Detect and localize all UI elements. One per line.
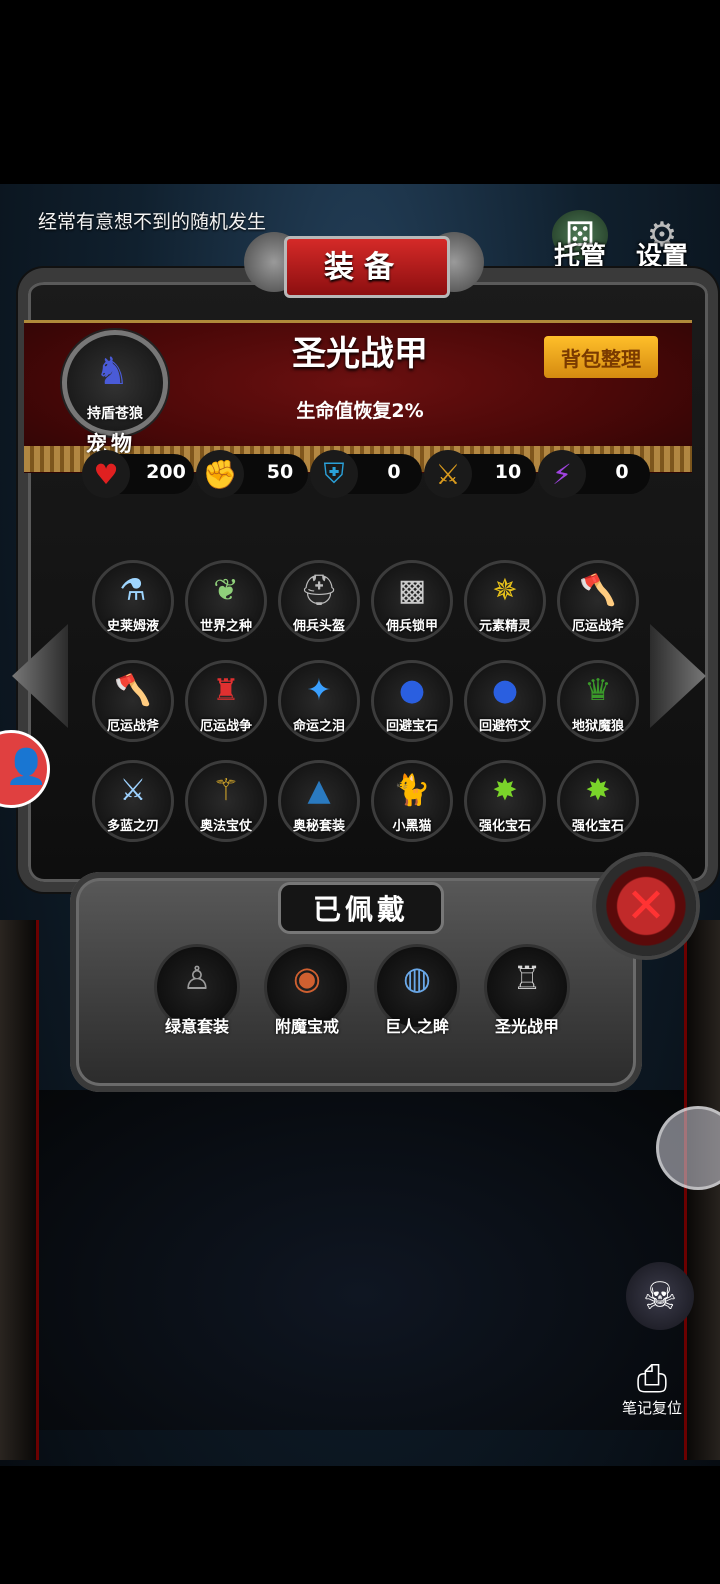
potion-icon: ⚗ <box>119 573 147 608</box>
axe-icon: 🪓 <box>114 673 152 708</box>
inventory-slot[interactable]: ✦ 命运之泪 <box>278 660 360 742</box>
elemental-icon: ✵ <box>492 573 518 608</box>
blade-icon: ⚔ <box>119 773 147 808</box>
heart-icon: ♥ <box>82 450 130 498</box>
war-armor-icon: ♜ <box>212 673 240 708</box>
inventory-slot[interactable]: ✵ 元素精灵 <box>464 560 546 642</box>
equipped-slot[interactable]: ♙ 绿意套装 <box>154 944 240 1036</box>
sword-icon: ⚔ <box>424 450 472 498</box>
ring-icon: ◉ <box>293 959 321 997</box>
inventory-slot[interactable]: ⚗ 史莱姆液 <box>92 560 174 642</box>
inventory-slot[interactable]: ▲ 奥秘套装 <box>278 760 360 842</box>
inventory-slot[interactable]: 🪓 厄运战斧 <box>92 660 174 742</box>
seed-icon: ❦ <box>213 573 239 608</box>
robe-icon: ▲ <box>307 773 331 808</box>
inventory-slot[interactable]: ✸ 强化宝石 <box>557 760 639 842</box>
stat-hp: ♥ 200 <box>82 450 194 498</box>
armor-icon: ⛨ <box>310 450 358 498</box>
inventory-slot[interactable]: ⚚ 奥法宝仗 <box>185 760 267 842</box>
blue-rune-icon: ● <box>491 673 519 708</box>
tip-text: 经常有意想不到的随机发生 <box>38 211 267 233</box>
note-reset-label: 笔记复位 <box>621 1399 682 1417</box>
note-reset-button[interactable]: ⎙ 笔记复位 <box>614 1356 690 1418</box>
person-icon: 👤 <box>5 747 48 787</box>
pet-slot[interactable]: ♞ 持盾苍狼 <box>62 330 168 436</box>
axe-icon: 🪓 <box>579 573 617 608</box>
wolf-icon: ♞ <box>95 349 130 393</box>
tear-amulet-icon: ✦ <box>306 673 332 708</box>
panel-title-banner: 装备 <box>244 226 484 302</box>
stat-energy: ⚡ 0 <box>538 450 650 498</box>
green-armor-icon: ♙ <box>182 959 212 997</box>
blue-gem-icon: ● <box>398 673 426 708</box>
staff-icon: ⚚ <box>212 773 240 808</box>
note-icon: ⎙ <box>636 1356 668 1400</box>
sort-bag-button[interactable]: 背包整理 <box>544 336 658 378</box>
panel-title: 装备 <box>324 250 404 285</box>
skull-icon[interactable]: ☠ <box>626 1262 694 1330</box>
inventory-slot[interactable]: 🐈 小黑猫 <box>371 760 453 842</box>
pet-name: 持盾苍狼 <box>87 406 143 422</box>
stat-attack: ⚔ 10 <box>424 450 536 498</box>
inventory-slot[interactable]: ♛ 地狱魔狼 <box>557 660 639 742</box>
inventory-slot[interactable]: ● 回避宝石 <box>371 660 453 742</box>
inventory-slot[interactable]: ⚔ 多蓝之刃 <box>92 760 174 842</box>
inventory-slot[interactable]: ● 回避符文 <box>464 660 546 742</box>
chainmail-icon: ▩ <box>397 573 427 608</box>
green-gem-icon: ✸ <box>492 773 518 808</box>
equipped-title: 已佩戴 <box>278 882 444 934</box>
close-button[interactable]: ✕ <box>596 856 696 956</box>
helmet-icon: ⛑ <box>299 573 339 608</box>
left-border <box>0 920 39 1460</box>
equipped-slot[interactable]: ♖ 圣光战甲 <box>484 944 570 1036</box>
auto-button[interactable]: ⚄ 托管 <box>552 210 608 272</box>
stat-armor: ⛨ 0 <box>310 450 422 498</box>
background-lower-area <box>36 1090 684 1430</box>
plate-armor-icon: ♖ <box>512 959 542 997</box>
settings-button[interactable]: ⚙ 设置 <box>634 210 690 272</box>
inventory-slot[interactable]: ⛑ 佣兵头盔 <box>278 560 360 642</box>
stat-strength: ✊ 50 <box>196 450 308 498</box>
inventory-slot[interactable]: ❦ 世界之种 <box>185 560 267 642</box>
demon-wolf-icon: ♛ <box>584 673 612 708</box>
close-icon: ✕ <box>625 878 667 934</box>
eye-icon: ◍ <box>403 959 431 997</box>
lightning-icon: ⚡ <box>538 450 586 498</box>
inventory-slot[interactable]: ▩ 佣兵锁甲 <box>371 560 453 642</box>
inventory-slot[interactable]: 🪓 厄运战斧 <box>557 560 639 642</box>
cat-icon: 🐈 <box>393 773 431 808</box>
equipped-slot[interactable]: ◍ 巨人之眸 <box>374 944 460 1036</box>
inventory-slot[interactable]: ✸ 强化宝石 <box>464 760 546 842</box>
strength-icon: ✊ <box>196 450 244 498</box>
inventory-slot[interactable]: ♜ 厄运战争 <box>185 660 267 742</box>
green-gem-icon: ✸ <box>585 773 611 808</box>
equipped-slot[interactable]: ◉ 附魔宝戒 <box>264 944 350 1036</box>
